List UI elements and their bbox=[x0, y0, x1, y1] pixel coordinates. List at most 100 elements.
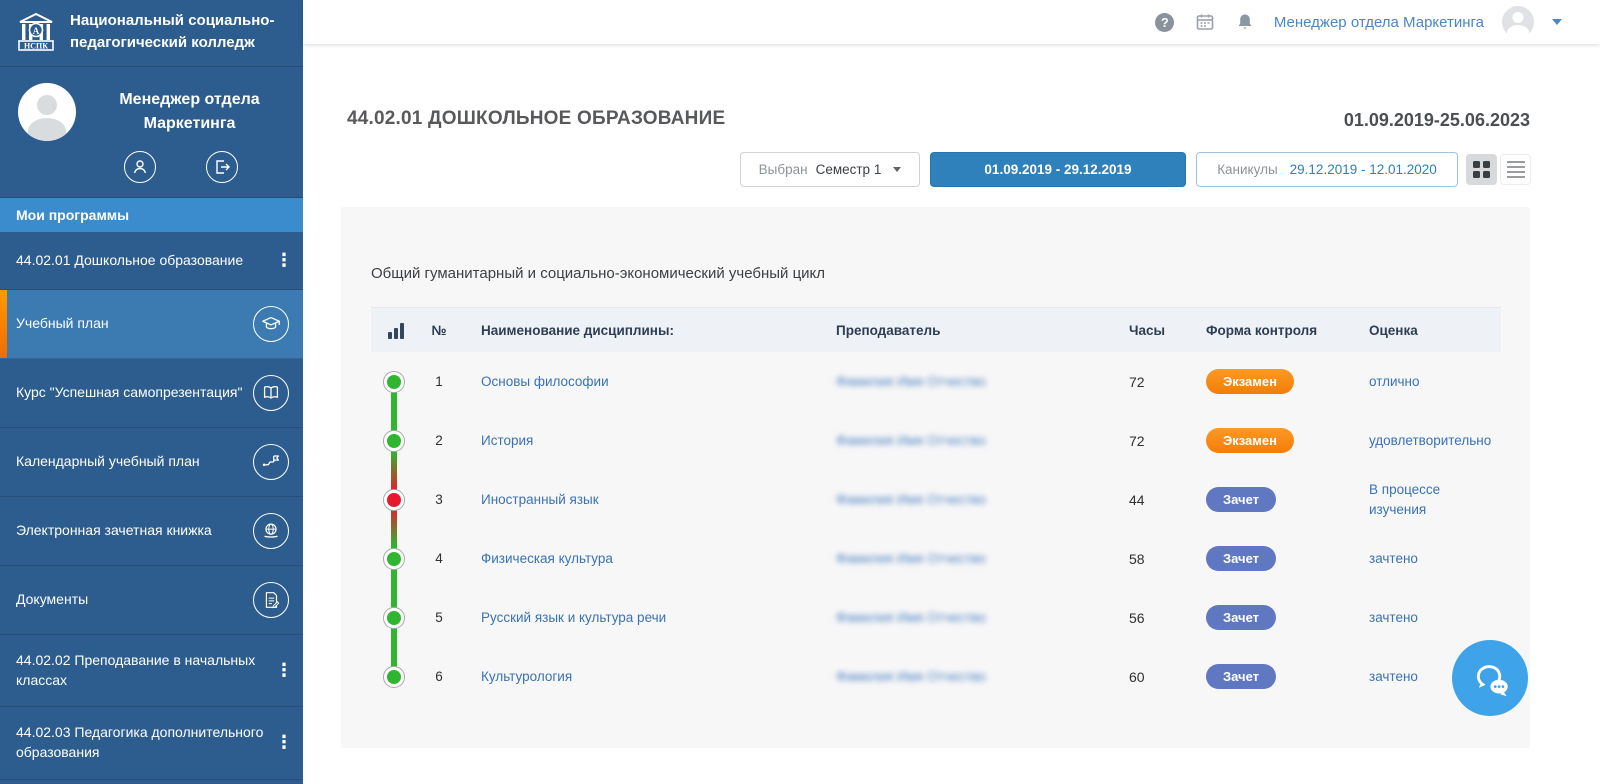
main-content: 44.02.01 ДОШКОЛЬНОЕ ОБРАЗОВАНИЕ 01.09.20… bbox=[303, 44, 1600, 784]
flag-route-icon bbox=[253, 444, 289, 480]
col-discipline: Наименование дисциплины: bbox=[461, 323, 758, 338]
control-badge: Зачет bbox=[1206, 546, 1276, 571]
sidebar-item-program-44-02-02[interactable]: 44.02.02 Преподавание в начальных класса… bbox=[0, 635, 303, 707]
table-row: 3 Иностранный язык Фамилия Имя Отчество … bbox=[371, 470, 1501, 529]
view-toggles bbox=[1466, 154, 1531, 185]
status-dot-green-icon bbox=[383, 666, 405, 688]
sidebar-item-program-46-02-01[interactable]: 46.02.01 Документационное обеспечение уп… bbox=[0, 780, 303, 784]
teacher-name-blurred[interactable]: Фамилия Имя Отчество bbox=[830, 669, 1120, 684]
semester-dates-button[interactable]: 01.09.2019 - 29.12.2019 bbox=[930, 152, 1186, 187]
col-teacher: Преподаватель bbox=[830, 323, 1120, 338]
teacher-name-blurred[interactable]: Фамилия Имя Отчество bbox=[830, 374, 1120, 389]
sidebar-section-my-programs[interactable]: Мои программы bbox=[0, 198, 303, 232]
sidebar-item-self-presentation-course[interactable]: Курс "Успешная самопрезентация" bbox=[0, 359, 303, 428]
table-row: 6 Культурология Фамилия Имя Отчество 60 … bbox=[371, 647, 1501, 706]
discipline-link[interactable]: Культурология bbox=[461, 669, 758, 684]
teacher-avatar bbox=[766, 540, 804, 578]
table-row: 2 История Фамилия Имя Отчество 72 Экзаме… bbox=[371, 411, 1501, 470]
sidebar-item-e-gradebook[interactable]: Электронная зачетная книжка bbox=[0, 497, 303, 566]
discipline-link[interactable]: Основы философии bbox=[461, 374, 758, 389]
semester-select[interactable]: Выбран Семестр 1 bbox=[740, 152, 920, 187]
sidebar-item-curriculum[interactable]: Учебный план bbox=[0, 290, 303, 359]
app-window: А НСПК Национальный социально- педагогич… bbox=[0, 0, 1600, 784]
col-grade: Оценка bbox=[1358, 323, 1501, 338]
topbar-avatar[interactable] bbox=[1502, 6, 1534, 38]
chevron-down-icon bbox=[893, 167, 901, 172]
open-book-icon bbox=[253, 375, 289, 411]
sidebar-item-program-44-02-01[interactable]: 44.02.01 Дошкольное образование ⋮ bbox=[0, 232, 303, 290]
control-badge: Зачет bbox=[1206, 664, 1276, 689]
document-edit-icon bbox=[253, 582, 289, 618]
controls-row: Выбран Семестр 1 01.09.2019 - 29.12.2019… bbox=[303, 152, 1600, 188]
discipline-link[interactable]: Иностранный язык bbox=[461, 492, 758, 507]
holidays-button[interactable]: Каникулы 29.12.2019 - 12.01.2020 bbox=[1196, 152, 1458, 187]
teacher-name-blurred[interactable]: Фамилия Имя Отчество bbox=[830, 433, 1120, 448]
teacher-avatar bbox=[766, 658, 804, 696]
help-icon[interactable]: ? bbox=[1154, 11, 1176, 33]
grid-view-icon[interactable] bbox=[1466, 154, 1497, 185]
sidebar-item-program-44-02-03[interactable]: 44.02.03 Педагогика дополнительного обра… bbox=[0, 707, 303, 779]
notifications-bell-icon[interactable] bbox=[1234, 11, 1256, 33]
status-dot-red-icon bbox=[383, 489, 405, 511]
calendar-icon[interactable] bbox=[1194, 11, 1216, 33]
kebab-menu-icon[interactable]: ⋮ bbox=[275, 730, 289, 755]
grade-value: зачтено bbox=[1358, 549, 1501, 569]
status-dot-green-icon bbox=[383, 371, 405, 393]
control-badge: Экзамен bbox=[1206, 428, 1294, 453]
col-num: № bbox=[417, 323, 461, 338]
teacher-avatar bbox=[766, 422, 804, 460]
discipline-link[interactable]: Физическая культура bbox=[461, 551, 758, 566]
discipline-link[interactable]: Русский язык и культура речи bbox=[461, 610, 758, 625]
kebab-menu-icon[interactable]: ⋮ bbox=[275, 248, 289, 273]
control-badge: Зачет bbox=[1206, 487, 1276, 512]
curriculum-card: Общий гуманитарный и социально-экономиче… bbox=[341, 207, 1530, 748]
table-row: 1 Основы философии Фамилия Имя Отчество … bbox=[371, 352, 1501, 411]
svg-text:НСПК: НСПК bbox=[24, 42, 48, 51]
table-header: № Наименование дисциплины: Преподаватель… bbox=[371, 307, 1501, 352]
list-view-icon[interactable] bbox=[1500, 154, 1531, 185]
teacher-name-blurred[interactable]: Фамилия Имя Отчество bbox=[830, 492, 1120, 507]
teacher-avatar bbox=[766, 363, 804, 401]
control-badge: Зачет bbox=[1206, 605, 1276, 630]
table-body: 1 Основы философии Фамилия Имя Отчество … bbox=[371, 352, 1501, 706]
bar-chart-icon bbox=[388, 322, 417, 339]
sidebar-item-calendar-curriculum[interactable]: Календарный учебный план bbox=[0, 428, 303, 497]
disciplines-table: № Наименование дисциплины: Преподаватель… bbox=[371, 307, 1501, 706]
chat-bubbles-icon bbox=[1467, 655, 1513, 701]
progress-timeline bbox=[391, 381, 397, 676]
status-dot-green-icon bbox=[383, 548, 405, 570]
control-badge: Экзамен bbox=[1206, 369, 1294, 394]
grade-value: удовлетворительно bbox=[1358, 431, 1501, 451]
sidebar-item-documents[interactable]: Документы bbox=[0, 566, 303, 635]
topbar-user-name[interactable]: Менеджер отдела Маркетинга bbox=[1274, 14, 1484, 31]
status-dot-green-icon bbox=[383, 607, 405, 629]
logout-icon[interactable] bbox=[206, 151, 238, 183]
table-row: 5 Русский язык и культура речи Фамилия И… bbox=[371, 588, 1501, 647]
cycle-title: Общий гуманитарный и социально-экономиче… bbox=[371, 265, 825, 282]
college-name: Национальный социально- педагогический к… bbox=[70, 10, 274, 54]
program-date-range: 01.09.2019-25.06.2023 bbox=[1344, 110, 1530, 131]
svg-text:А: А bbox=[33, 26, 40, 36]
col-hours: Часы bbox=[1120, 323, 1198, 338]
chevron-down-icon[interactable] bbox=[1552, 19, 1562, 25]
teacher-avatar bbox=[766, 599, 804, 637]
globe-book-icon bbox=[253, 513, 289, 549]
sidebar: А НСПК Национальный социально- педагогич… bbox=[0, 0, 303, 784]
page-title: 44.02.01 ДОШКОЛЬНОЕ ОБРАЗОВАНИЕ bbox=[347, 108, 725, 130]
discipline-link[interactable]: История bbox=[461, 433, 758, 448]
user-avatar bbox=[18, 83, 76, 141]
chat-button[interactable] bbox=[1452, 640, 1528, 716]
grade-value: зачтено bbox=[1358, 608, 1501, 628]
teacher-name-blurred[interactable]: Фамилия Имя Отчество bbox=[830, 551, 1120, 566]
graduation-cap-icon bbox=[253, 306, 289, 342]
grade-value: отлично bbox=[1358, 372, 1501, 392]
profile-icon[interactable] bbox=[124, 151, 156, 183]
teacher-name-blurred[interactable]: Фамилия Имя Отчество bbox=[830, 610, 1120, 625]
sidebar-profile: Менеджер отдела Маркетинга bbox=[0, 67, 303, 198]
kebab-menu-icon[interactable]: ⋮ bbox=[275, 658, 289, 683]
grade-value: В процессе изучения bbox=[1358, 480, 1501, 519]
teacher-avatar bbox=[766, 481, 804, 519]
status-dot-green-icon bbox=[383, 430, 405, 452]
sidebar-header: А НСПК Национальный социально- педагогич… bbox=[0, 0, 303, 67]
college-logo-icon: А НСПК bbox=[14, 10, 58, 54]
